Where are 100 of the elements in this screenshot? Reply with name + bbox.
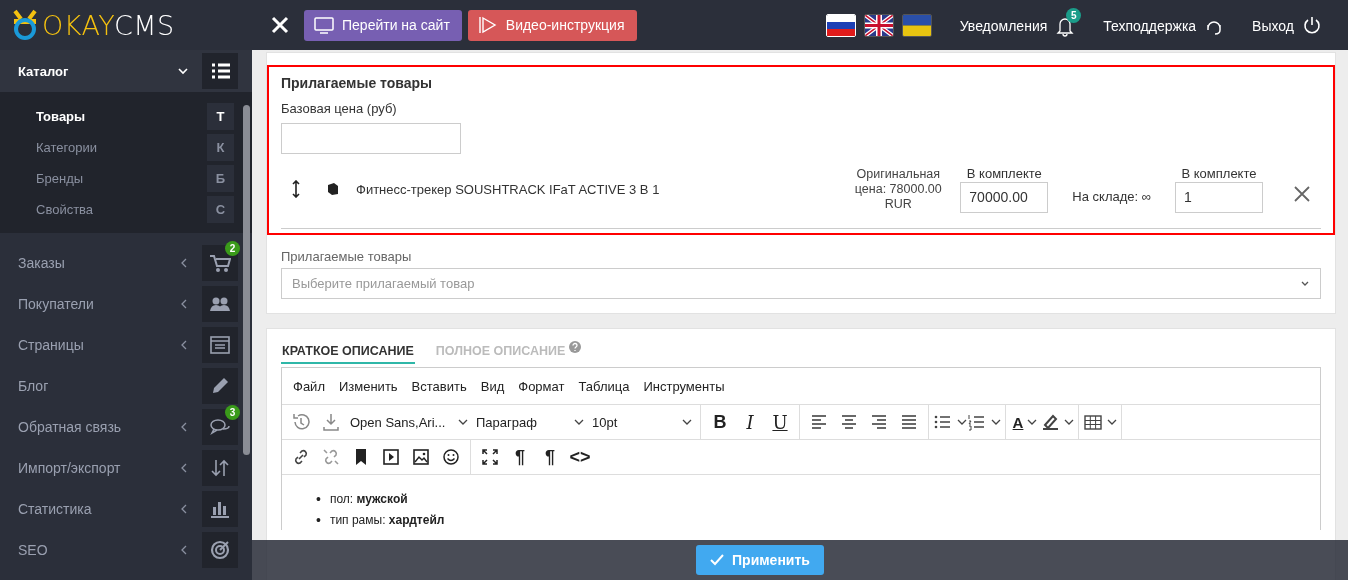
menu-label: Заказы xyxy=(18,254,66,271)
menu-item[interactable]: Формат xyxy=(511,378,572,394)
sidebar-item[interactable]: Статистика xyxy=(0,488,252,529)
field-label: В комплекте xyxy=(966,165,1042,181)
letter-tile[interactable]: Б xyxy=(207,165,234,192)
product-name: Фитнесс-трекер SOUSHTRACK IFaT ACTIVE 3 В 1 xyxy=(356,181,661,197)
notification-badge: 5 xyxy=(1066,8,1082,23)
menu-icon-tile[interactable] xyxy=(202,53,238,89)
sidebar-item[interactable]: Импорт/экспорт xyxy=(0,447,252,488)
chevron-down-icon xyxy=(1064,418,1074,426)
count-badge: 3 xyxy=(225,404,240,420)
menu-item[interactable]: Изменить xyxy=(331,378,405,394)
chevron-down-icon xyxy=(682,418,692,426)
chevron-down-icon xyxy=(1027,418,1038,426)
toolbar-button[interactable]: ¶ xyxy=(535,443,565,471)
submenu-item[interactable]: Свойства С xyxy=(0,194,252,225)
sidebar-item[interactable]: Покупатели xyxy=(0,283,252,324)
chevron-left-icon xyxy=(180,503,188,514)
notifications-link[interactable]: Уведомления 5 xyxy=(959,7,1084,43)
submenu-item[interactable]: Товары Т xyxy=(0,101,252,132)
menu-icon-tile[interactable]: 3 xyxy=(202,408,238,445)
chevron-down-icon xyxy=(574,418,584,426)
font-select[interactable]: Open Sans,Ari... xyxy=(346,408,472,436)
link-label: Выход xyxy=(1252,18,1294,34)
chevron-left-icon xyxy=(180,421,188,432)
original-price: Оригинальная цена: 78000.00 RUR xyxy=(853,166,943,212)
highlighter-icon xyxy=(1040,412,1060,432)
text-color-button[interactable]: A xyxy=(1010,408,1040,436)
menu-label: Статистика xyxy=(18,500,93,517)
support-link[interactable]: Техподдержка xyxy=(1103,7,1233,43)
sidebar-item[interactable]: Блог xyxy=(0,365,252,406)
letter-tile[interactable]: С xyxy=(207,196,234,223)
menu-item[interactable]: Файл xyxy=(286,378,332,394)
toolbar-button[interactable]: B xyxy=(705,408,735,436)
chevron-left-icon xyxy=(180,544,188,555)
submenu-item[interactable]: Категории К xyxy=(0,132,252,163)
field-label: Базовая цена (руб) xyxy=(281,101,398,116)
menu-item[interactable]: Таблица xyxy=(571,378,637,394)
tab[interactable]: КРАТКОЕ ОПИСАНИЕ xyxy=(281,341,415,364)
menu-item[interactable]: Вид xyxy=(473,378,512,394)
russian-flag-icon[interactable] xyxy=(825,13,856,37)
table-icon xyxy=(1083,412,1103,432)
amount-field[interactable]: 1 xyxy=(1175,181,1263,213)
chevron-down-icon xyxy=(178,67,188,75)
menu-icon-tile[interactable]: 2 xyxy=(202,244,238,281)
field-label: В комплекте xyxy=(1181,165,1257,181)
drag-handle-icon[interactable] xyxy=(291,180,301,198)
sidebar-item[interactable]: SEO xyxy=(0,529,252,570)
media-icon xyxy=(381,447,401,467)
chevron-left-icon xyxy=(180,462,188,473)
menu-icon-tile[interactable] xyxy=(202,490,238,527)
submenu-label: Категории xyxy=(36,140,98,155)
close-icon[interactable] xyxy=(1293,185,1311,203)
letter-tile[interactable]: Т xyxy=(207,103,234,130)
submenu-label: Бренды xyxy=(36,171,85,186)
chevron-down-icon xyxy=(1300,279,1310,288)
letter-tile[interactable]: К xyxy=(207,134,234,161)
submenu-label: Товары xyxy=(36,109,87,124)
menu-item[interactable]: Вставить xyxy=(404,378,474,394)
go-to-site-button[interactable]: Перейти на сайт xyxy=(304,9,462,41)
block-format-select[interactable]: Параграф xyxy=(472,408,588,436)
chevron-down-icon xyxy=(1107,418,1117,426)
menu-label: Покупатели xyxy=(18,295,95,312)
menu-label: SEO xyxy=(18,541,49,558)
sidebar-item[interactable]: Каталог xyxy=(0,50,252,92)
select-placeholder: Выберите прилагаемый товар xyxy=(292,276,475,291)
logout-link[interactable]: Выход xyxy=(1252,7,1330,43)
menu-icon-tile[interactable] xyxy=(202,531,238,568)
menu-icon-tile[interactable] xyxy=(202,326,238,363)
sidebar-item[interactable]: Заказы 2 xyxy=(0,242,252,283)
input-field[interactable] xyxy=(281,123,461,154)
menu-icon-tile[interactable] xyxy=(202,367,238,404)
video-guide-button[interactable]: Видео-инструкция xyxy=(467,9,637,41)
target-icon xyxy=(209,538,231,561)
menu-item[interactable]: Инструменты xyxy=(636,378,732,394)
submenu-item[interactable]: Бренды Б xyxy=(0,163,252,194)
chevron-down-icon xyxy=(991,418,1001,426)
toolbar-button[interactable]: U xyxy=(765,408,795,436)
toolbar-button[interactable]: I xyxy=(735,408,765,436)
scrollbar[interactable] xyxy=(243,105,250,455)
count-badge: 2 xyxy=(225,240,240,256)
toolbar-button[interactable]: ¶ xyxy=(505,443,535,471)
font-size-select[interactable]: 10pt xyxy=(588,408,696,436)
page-icon xyxy=(209,333,231,356)
menu-label: Каталог xyxy=(18,63,70,79)
justify-icon xyxy=(899,412,919,432)
menu-icon-tile[interactable] xyxy=(202,449,238,486)
section-title: Прилагаемые товары xyxy=(281,75,434,91)
british-flag-icon[interactable] xyxy=(863,13,894,37)
sidebar-item[interactable]: Обратная связь 3 xyxy=(0,406,252,447)
sidebar-item[interactable]: Страницы xyxy=(0,324,252,365)
logo[interactable]: OKAYCMS xyxy=(0,9,252,41)
toolbar-button[interactable]: <> xyxy=(565,443,595,471)
menu-icon-tile[interactable] xyxy=(202,285,238,322)
chevron-left-icon xyxy=(180,339,188,350)
price-field[interactable]: 70000.00 xyxy=(960,181,1049,213)
ukrainian-flag-icon[interactable] xyxy=(901,13,932,37)
help-icon[interactable] xyxy=(569,341,582,353)
bullet: • xyxy=(316,491,321,508)
menu-label: Импорт/экспорт xyxy=(18,459,122,476)
